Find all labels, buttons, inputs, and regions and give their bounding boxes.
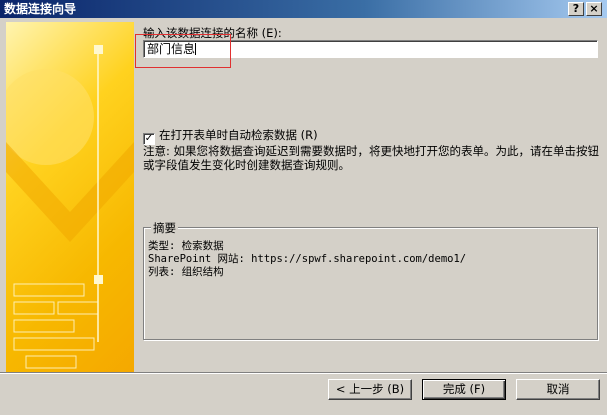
- wizard-side-art: [6, 22, 134, 372]
- window-titlebar: 数据连接向导 ? ×: [0, 0, 607, 18]
- cancel-button[interactable]: 取消: [516, 379, 600, 400]
- finish-button[interactable]: 完成 (F): [422, 379, 506, 400]
- auto-retrieve-label: 在打开表单时自动检索数据 (R): [159, 128, 318, 142]
- summary-legend: 摘要: [151, 220, 178, 236]
- note-text: 注意: 如果您将数据查询延迟到需要数据时，将更快地打开您的表单。为此，请在单击按…: [143, 144, 600, 172]
- summary-group: 摘要 类型: 检索数据 SharePoint 网站: https://spwf.…: [143, 220, 598, 340]
- help-button[interactable]: ?: [568, 2, 584, 16]
- window-title: 数据连接向导: [4, 2, 77, 16]
- previous-button[interactable]: < 上一步 (B): [328, 379, 412, 400]
- summary-site-line: SharePoint 网站: https://spwf.sharepoint.c…: [148, 253, 467, 265]
- footer-separator: [0, 372, 607, 374]
- summary-type-line: 类型: 检索数据: [148, 240, 224, 252]
- highlight-box: [135, 34, 231, 68]
- wizard-art-graphic: [6, 45, 134, 369]
- wizard-content: 输入该数据连接的名称 (E): 部门信息 ✓ 在打开表单时自动检索数据 (R) 注…: [135, 22, 600, 372]
- summary-text: 类型: 检索数据 SharePoint 网站: https://spwf.sha…: [148, 240, 466, 279]
- auto-retrieve-option[interactable]: ✓ 在打开表单时自动检索数据 (R): [143, 127, 318, 145]
- summary-list-line: 列表: 组织结构: [148, 266, 224, 278]
- close-button[interactable]: ×: [586, 2, 602, 16]
